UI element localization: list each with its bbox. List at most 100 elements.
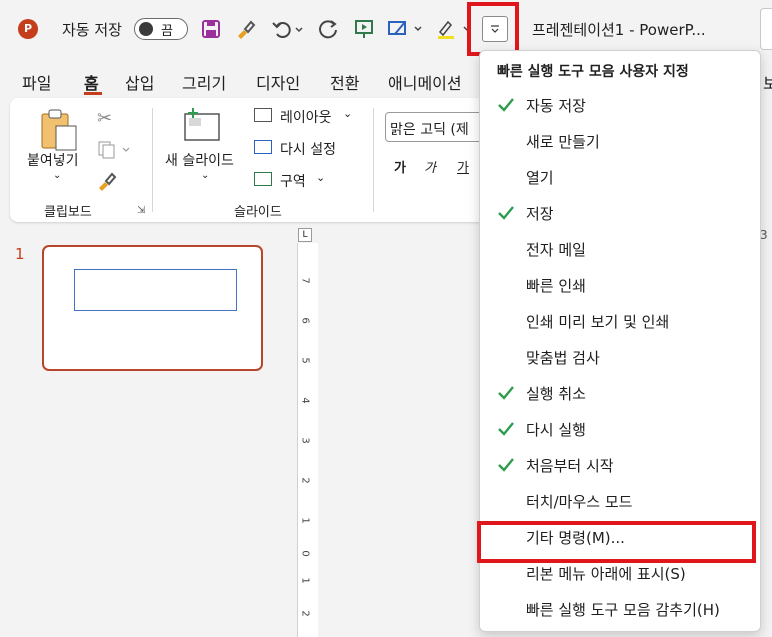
- underline-button[interactable]: 가: [457, 157, 469, 176]
- checkmark-icon: [498, 458, 514, 472]
- menu-item-start-from-beginning[interactable]: 처음부터 시작: [480, 449, 760, 481]
- highlighter-icon: [438, 20, 471, 39]
- section-button[interactable]: 구역: [280, 171, 306, 191]
- tab-design[interactable]: 디자인: [256, 70, 300, 94]
- powerpoint-logo-icon: P: [18, 19, 38, 39]
- paste-label: 붙여넣기: [27, 153, 79, 169]
- menu-item-autosave[interactable]: 자동 저장: [480, 89, 760, 121]
- ruler-number: 2: [299, 610, 311, 617]
- checkmark-icon: [498, 98, 514, 112]
- menu-item-email[interactable]: 전자 메일: [480, 233, 760, 265]
- group-separator: [373, 108, 374, 212]
- tab-insert[interactable]: 삽입: [125, 70, 154, 94]
- section-icon: [254, 172, 272, 186]
- bold-button[interactable]: 가: [394, 157, 406, 176]
- tab-home[interactable]: 홈: [84, 70, 99, 94]
- ruler-number: 2: [299, 477, 311, 484]
- reset-button[interactable]: 다시 설정: [280, 139, 336, 159]
- new-slide-label: 새 슬라이드: [165, 153, 234, 169]
- clipboard-icon: [41, 109, 77, 151]
- section-chevron-icon[interactable]: ⌄: [316, 171, 325, 184]
- italic-button[interactable]: 가: [424, 157, 436, 176]
- new-slide-chevron-icon[interactable]: ⌄: [201, 170, 209, 181]
- menu-item-new[interactable]: 새로 만들기: [480, 125, 760, 157]
- tab-draw[interactable]: 그리기: [182, 70, 226, 94]
- copy-icon: [98, 141, 130, 159]
- ruler-number: 6: [299, 317, 311, 324]
- undo-icon: [272, 22, 303, 38]
- autosave-label: 자동 저장: [62, 21, 122, 39]
- save-button[interactable]: [199, 14, 223, 44]
- paste-button[interactable]: [40, 108, 80, 156]
- menu-item-open[interactable]: 열기: [480, 161, 760, 193]
- menu-item-label: 전자 메일: [526, 241, 586, 259]
- ruler-number: 4: [299, 397, 311, 404]
- search-box[interactable]: [760, 8, 772, 50]
- menu-item-save[interactable]: 저장: [480, 197, 760, 229]
- slide-number: 1: [15, 245, 25, 263]
- tab-stop-selector[interactable]: L: [298, 228, 312, 242]
- menu-item-undo[interactable]: 실행 취소: [480, 377, 760, 409]
- checkmark-icon: [498, 422, 514, 436]
- menu-item-label: 저장: [526, 205, 554, 223]
- format-painter-button[interactable]: [232, 14, 258, 44]
- menu-item-label: 새로 만들기: [526, 133, 600, 151]
- menu-item-redo[interactable]: 다시 실행: [480, 413, 760, 445]
- toggle-knob: [139, 22, 153, 36]
- menu-item-label: 맞춤법 검사: [526, 349, 600, 367]
- horizontal-ruler-number: 3: [760, 228, 768, 242]
- brush-icon: [238, 20, 256, 39]
- start-from-beginning-button[interactable]: [350, 14, 378, 44]
- pen-icon: [388, 21, 422, 35]
- reset-icon: [254, 140, 272, 154]
- checkmark-icon: [498, 206, 514, 220]
- placeholder-box: [74, 269, 237, 311]
- slide-thumbnail[interactable]: [42, 245, 263, 371]
- group-separator: [152, 108, 153, 212]
- new-slide-button[interactable]: [183, 108, 223, 148]
- menu-title: 빠른 실행 도구 모음 사용자 지정: [497, 64, 689, 80]
- layout-chevron-icon[interactable]: ⌄: [343, 107, 352, 120]
- menu-item-label: 처음부터 시작: [526, 457, 614, 475]
- menu-item-touch-mouse-mode[interactable]: 터치/마우스 모드: [480, 485, 760, 517]
- undo-button[interactable]: [268, 14, 308, 44]
- tab-overflow[interactable]: 보: [763, 70, 772, 94]
- font-name-box[interactable]: 맑은 고딕 (제: [385, 112, 485, 142]
- menu-item-label: 다시 실행: [526, 421, 586, 439]
- redo-button[interactable]: [316, 14, 342, 44]
- copy-button[interactable]: [97, 140, 131, 164]
- autosave-toggle[interactable]: 끔: [134, 18, 188, 40]
- save-icon: [202, 20, 220, 38]
- ruler-number: 7: [299, 277, 311, 284]
- redo-icon: [319, 20, 337, 39]
- menu-item-print-preview[interactable]: 인쇄 미리 보기 및 인쇄: [480, 305, 760, 337]
- font-name-value: 맑은 고딕 (제: [390, 122, 469, 138]
- ruler-number: 1: [299, 577, 311, 584]
- layout-icon: [254, 108, 272, 122]
- tab-animations[interactable]: 애니메이션: [388, 70, 462, 94]
- tab-transitions[interactable]: 전환: [330, 70, 359, 94]
- menu-item-label: 리본 메뉴 아래에 표시(S): [526, 565, 686, 583]
- format-painter-ribbon-button[interactable]: [96, 170, 118, 196]
- ruler-number: 1: [299, 517, 311, 524]
- customize-qat-button[interactable]: [482, 16, 508, 42]
- menu-item-label: 인쇄 미리 보기 및 인쇄: [526, 313, 670, 331]
- menu-item-quick-print[interactable]: 빠른 인쇄: [480, 269, 760, 301]
- tab-file[interactable]: 파일: [22, 70, 51, 94]
- dialog-launcher-icon[interactable]: ⇲: [137, 205, 145, 216]
- menu-item-hide-qat[interactable]: 빠른 실행 도구 모음 감추기(H): [480, 593, 760, 625]
- draw-pen-button[interactable]: [386, 14, 426, 44]
- ruler-number: 5: [299, 357, 311, 364]
- menu-item-label: 터치/마우스 모드: [526, 493, 633, 511]
- vertical-ruler: 7 6 5 4 3 2 1 0 1 2: [297, 243, 318, 637]
- menu-item-label: 실행 취소: [526, 385, 586, 403]
- menu-item-label: 자동 저장: [526, 97, 586, 115]
- checkmark-icon: [498, 386, 514, 400]
- layout-button[interactable]: 레이아웃: [280, 107, 332, 127]
- menu-item-spelling[interactable]: 맞춤법 검사: [480, 341, 760, 373]
- cut-icon[interactable]: ✂: [97, 108, 112, 129]
- more-commands-highlight: [477, 521, 756, 563]
- tab-home-indicator: [84, 92, 102, 95]
- menu-item-label: 빠른 인쇄: [526, 277, 586, 295]
- paste-chevron-icon[interactable]: ⌄: [53, 170, 61, 181]
